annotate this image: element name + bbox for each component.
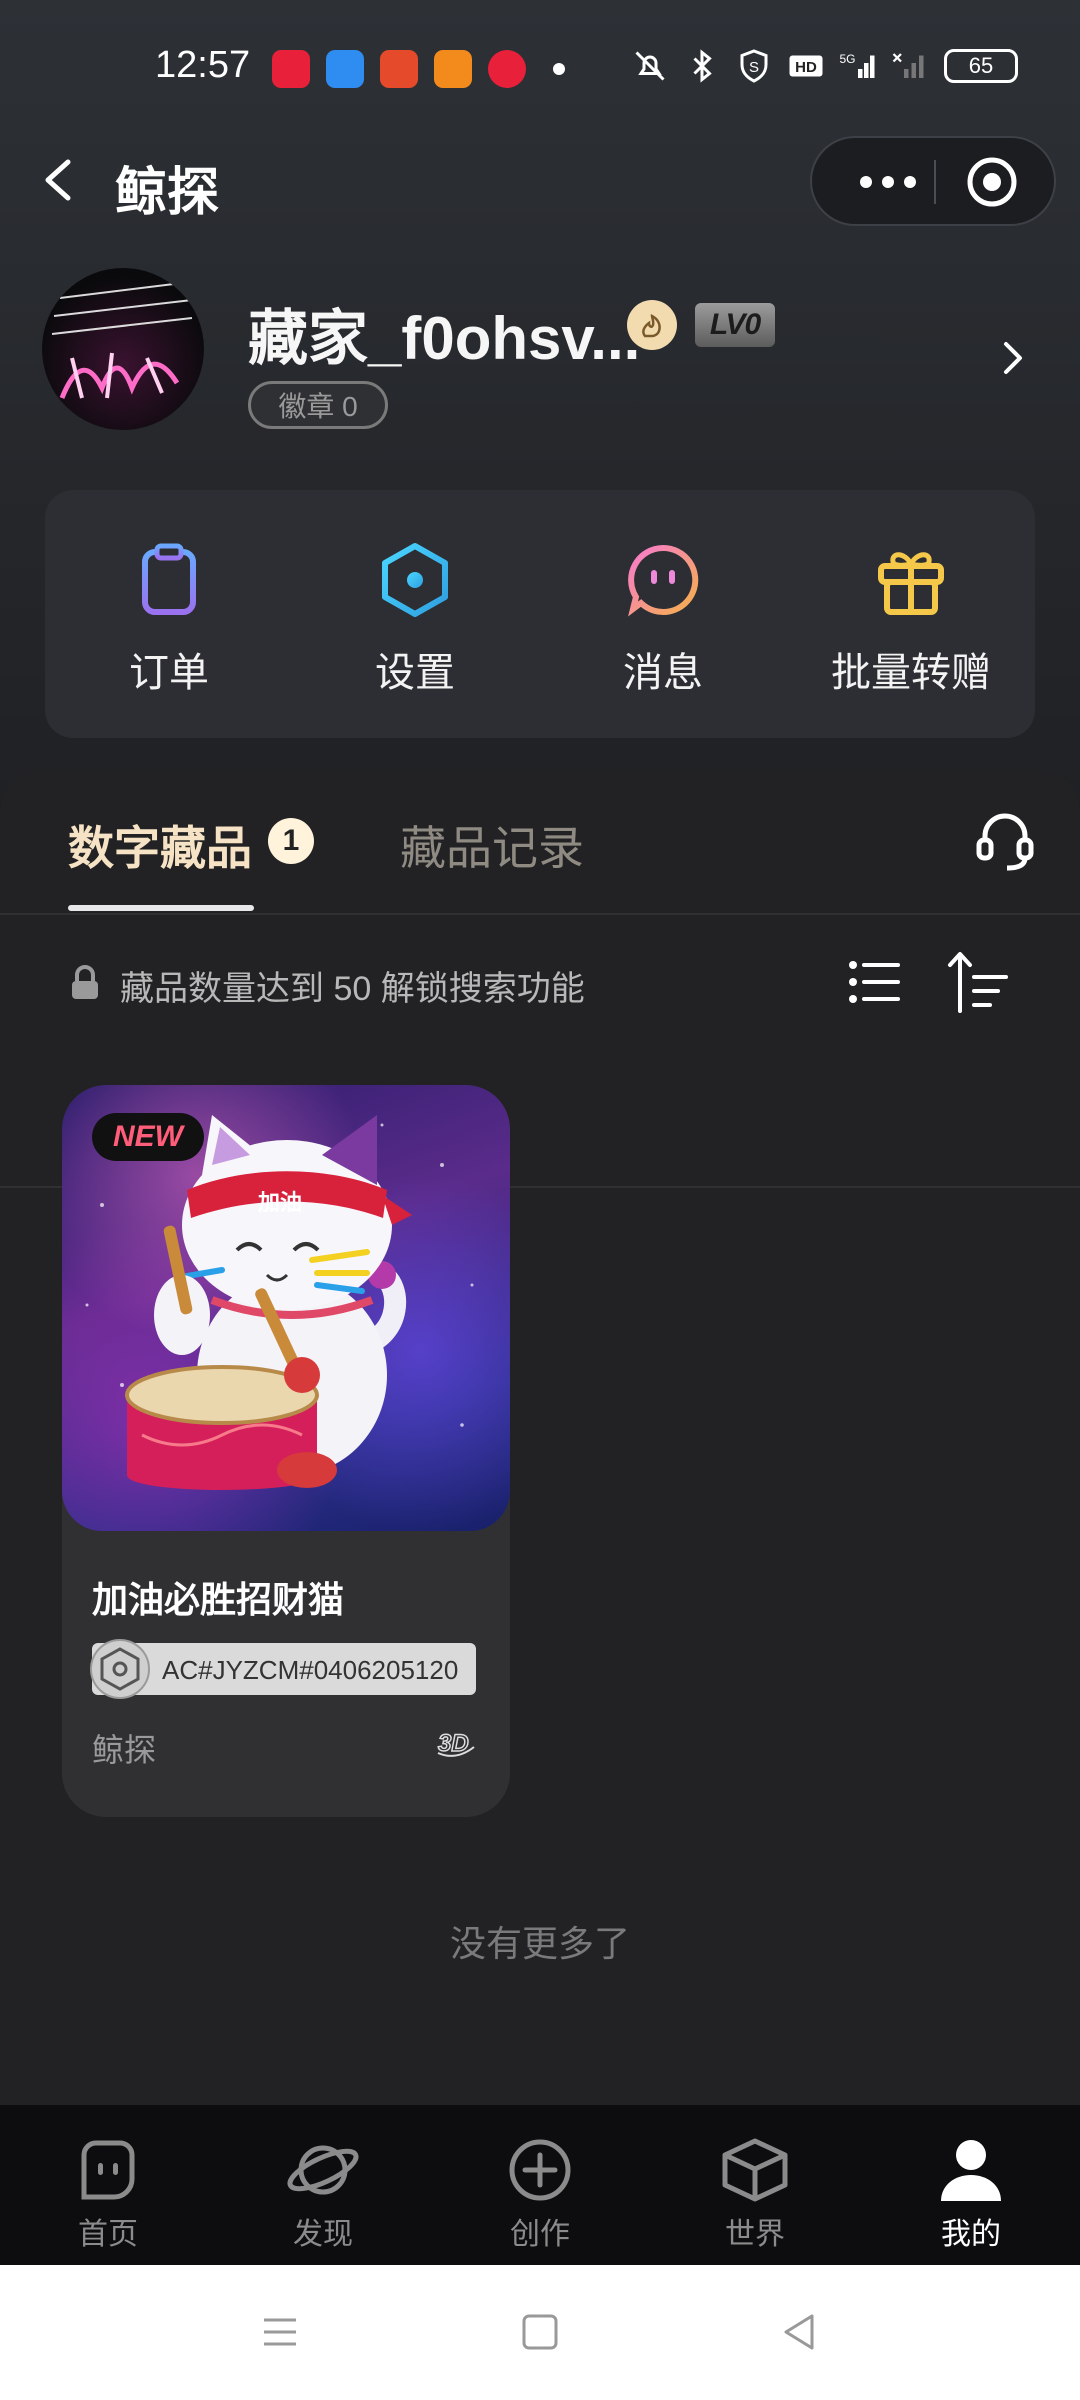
gift-icon	[878, 552, 944, 615]
collection-panel: 数字藏品 1 藏品记录 藏品数量达到 50 解锁搜索功能 加油 NEW 加油必胜…	[0, 770, 1080, 2105]
clipboard-icon	[142, 543, 196, 615]
chat-face-icon	[628, 544, 699, 617]
mute-bell-icon	[635, 51, 665, 81]
back-arrow-icon[interactable]	[30, 150, 90, 210]
sort-icon[interactable]	[946, 949, 1012, 1015]
collectible-brand: 鲸探	[92, 1732, 157, 1768]
dot-icon	[882, 176, 894, 188]
hd-icon: HD	[789, 55, 823, 77]
nav-label: 发现	[293, 2218, 353, 2251]
shield-icon: S	[740, 49, 768, 83]
list-view-icon[interactable]	[848, 959, 902, 1005]
shortcut-menu: 订单 设置 消息 批量转赠	[45, 490, 1035, 738]
nav-item-home[interactable]: 首页	[33, 2135, 183, 2253]
app-notification-icon	[434, 50, 472, 88]
svg-text:加油: 加油	[257, 1191, 302, 1216]
blockchain-icon	[90, 1639, 150, 1699]
hint-text: 藏品数量达到 50 解锁搜索功能	[120, 970, 585, 1008]
close-target-icon[interactable]	[964, 154, 1020, 210]
person-icon	[941, 2140, 1001, 2201]
menu-label: 订单	[129, 651, 209, 695]
new-badge: NEW	[92, 1113, 204, 1161]
signal-5g-icon: 5G	[840, 52, 875, 78]
hexagon-settings-icon	[382, 543, 448, 617]
status-time: 12:57	[155, 44, 251, 86]
menu-label: 设置	[375, 651, 455, 695]
nav-label: 首页	[78, 2218, 138, 2251]
nav-item-discover[interactable]: 发现	[248, 2135, 398, 2253]
dot-icon	[904, 176, 916, 188]
search-unlock-hint: 藏品数量达到 50 解锁搜索功能	[0, 915, 1080, 1188]
dot-icon	[860, 176, 872, 188]
menu-item-batch-transfer[interactable]: 批量转赠	[811, 540, 1011, 698]
nav-item-world[interactable]: 世界	[680, 2135, 830, 2253]
nav-label: 我的	[941, 2218, 1001, 2251]
medal-count-badge[interactable]: 徽章 0	[248, 381, 388, 429]
svg-text:HD: HD	[795, 59, 817, 76]
nav-item-mine[interactable]: 我的	[896, 2135, 1046, 2253]
bluetooth-icon	[693, 49, 712, 83]
menu-item-orders[interactable]: 订单	[69, 540, 269, 698]
avatar[interactable]	[42, 268, 204, 430]
home-square-icon[interactable]	[518, 2310, 562, 2354]
app-notification-icon	[272, 50, 310, 88]
system-navigation-bar	[0, 2265, 1080, 2400]
app-notification-icon	[326, 50, 364, 88]
page-title: 鲸探	[115, 164, 220, 222]
cube-icon	[722, 2138, 788, 2202]
nav-label: 创作	[510, 2218, 570, 2251]
serial-number-tag: AC#JYZCM#0406205120	[90, 1639, 476, 1699]
notification-app-icons	[272, 50, 526, 88]
nav-header: 鲸探	[0, 130, 1080, 230]
status-dot-icon	[553, 63, 565, 75]
back-triangle-icon[interactable]	[778, 2310, 822, 2354]
nav-item-create[interactable]: 创作	[465, 2135, 615, 2253]
app-notification-icon	[488, 50, 526, 88]
app-notification-icon	[380, 50, 418, 88]
battery-icon: 65	[944, 49, 1018, 83]
capsule-divider	[934, 160, 936, 204]
list-end-text: 没有更多了	[449, 1923, 630, 1964]
tab-count-badge: 1	[268, 818, 314, 864]
mini-program-capsule	[810, 136, 1056, 226]
collectible-card[interactable]: 加油 NEW 加油必胜招财猫 AC#JYZCM#0406205120 鲸探 3D	[62, 1085, 510, 1817]
menu-lines-icon[interactable]	[258, 2310, 302, 2354]
chevron-right-icon[interactable]	[998, 336, 1030, 380]
avatar-image	[51, 282, 193, 399]
home-face-icon	[81, 2140, 135, 2200]
collectible-title: 加油必胜招财猫	[92, 1579, 345, 1620]
more-options-button[interactable]	[848, 162, 928, 202]
flame-badge-icon	[627, 300, 677, 350]
svg-text:5G: 5G	[840, 52, 856, 66]
username: 藏家_f0ohsv...	[248, 305, 641, 372]
menu-item-settings[interactable]: 设置	[315, 540, 515, 698]
tab-indicator	[68, 905, 254, 911]
status-bar: 12:57 S HD 5G 65	[0, 0, 1080, 130]
tab-collection-records[interactable]: 藏品记录	[400, 812, 584, 878]
status-indicators: S HD 5G 65	[632, 48, 1018, 84]
planet-icon	[287, 2145, 359, 2195]
menu-label: 消息	[623, 651, 703, 695]
collectible-image: 加油 NEW	[62, 1085, 510, 1531]
svg-text:S: S	[749, 59, 759, 76]
3d-badge-icon: 3D	[437, 1729, 475, 1758]
lock-icon	[72, 965, 98, 999]
menu-item-messages[interactable]: 消息	[563, 540, 763, 698]
plus-circle-icon	[509, 2139, 571, 2201]
level-badge: LV0	[695, 303, 775, 347]
customer-service-headset-icon[interactable]	[975, 810, 1035, 874]
tab-digital-collectibles[interactable]: 数字藏品	[68, 812, 252, 878]
signal-weak-icon	[892, 53, 924, 78]
serial-number: AC#JYZCM#0406205120	[162, 1655, 459, 1685]
bottom-nav-bar: 首页 发现 创作 世界 我的	[0, 2105, 1080, 2265]
menu-label: 批量转赠	[831, 651, 991, 695]
nav-label: 世界	[725, 2218, 785, 2251]
